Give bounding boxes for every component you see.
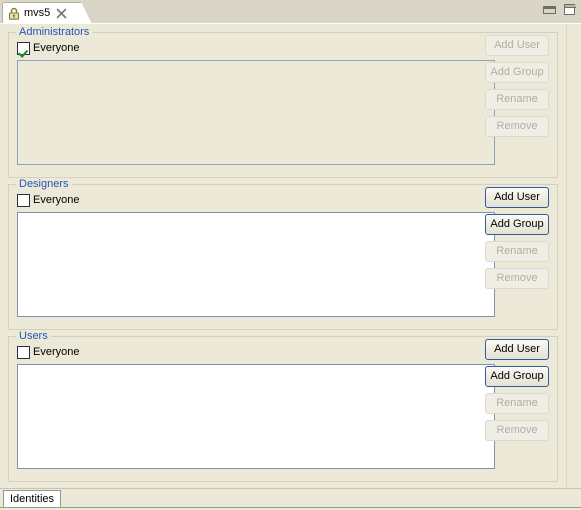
identity-list-designers[interactable] [17, 212, 495, 317]
everyone-label-users: Everyone [33, 346, 80, 358]
everyone-label-designers: Everyone [33, 194, 80, 206]
remove-button-designers[interactable]: Remove [485, 268, 549, 289]
button-column-designers: Add User Add Group Rename Remove [485, 187, 549, 289]
group-administrators: Administrators Everyone Add User Add Gro… [8, 26, 558, 178]
close-icon[interactable] [56, 8, 67, 19]
add-group-button-users[interactable]: Add Group [485, 366, 549, 387]
minimize-icon[interactable] [543, 5, 556, 14]
lock-icon [8, 7, 20, 20]
everyone-checkbox-administrators[interactable] [17, 41, 30, 55]
tab-identities[interactable]: Identities [3, 490, 62, 507]
editor-window: mvs5 Administrators Everyone Add User Ad… [0, 0, 581, 510]
add-user-button-users[interactable]: Add User [485, 339, 549, 360]
rename-button-designers[interactable]: Rename [485, 241, 549, 262]
rename-button-administrators[interactable]: Rename [485, 89, 549, 110]
group-users: Users Everyone Add User Add Group Rename… [8, 330, 558, 482]
editor-tab-strip: mvs5 [0, 0, 581, 24]
tab-identities-label: Identities [10, 493, 55, 505]
add-user-button-administrators[interactable]: Add User [485, 35, 549, 56]
everyone-row-designers[interactable]: Everyone [17, 192, 79, 208]
identities-content: Administrators Everyone Add User Add Gro… [0, 24, 566, 488]
group-title-designers: Designers [16, 178, 72, 190]
group-designers: Designers Everyone Add User Add Group Re… [8, 178, 558, 330]
maximize-icon[interactable] [564, 4, 576, 15]
button-column-users: Add User Add Group Rename Remove [485, 339, 549, 441]
editor-tab-mvs5[interactable]: mvs5 [2, 2, 93, 24]
button-column-administrators: Add User Add Group Rename Remove [485, 35, 549, 137]
add-group-button-designers[interactable]: Add Group [485, 214, 549, 235]
everyone-checkbox-users[interactable] [17, 345, 30, 359]
rename-button-users[interactable]: Rename [485, 393, 549, 414]
bottom-bar-divider [0, 488, 581, 489]
add-user-button-designers[interactable]: Add User [485, 187, 549, 208]
identity-list-administrators[interactable] [17, 60, 495, 165]
window-controls [543, 4, 576, 15]
editor-tab-label: mvs5 [24, 7, 51, 19]
group-title-users: Users [16, 330, 51, 342]
right-margin-rail [566, 24, 581, 488]
editor-body: Administrators Everyone Add User Add Gro… [0, 23, 581, 488]
everyone-label-administrators: Everyone [33, 42, 80, 54]
add-group-button-administrators[interactable]: Add Group [485, 62, 549, 83]
remove-button-users[interactable]: Remove [485, 420, 549, 441]
group-title-administrators: Administrators [16, 26, 93, 38]
everyone-row-users[interactable]: Everyone [17, 344, 79, 360]
everyone-checkbox-designers[interactable] [17, 193, 30, 207]
everyone-row-administrators[interactable]: Everyone [17, 40, 79, 56]
identity-list-users[interactable] [17, 364, 495, 469]
bottom-tab-bar: Identities [0, 488, 581, 510]
remove-button-administrators[interactable]: Remove [485, 116, 549, 137]
